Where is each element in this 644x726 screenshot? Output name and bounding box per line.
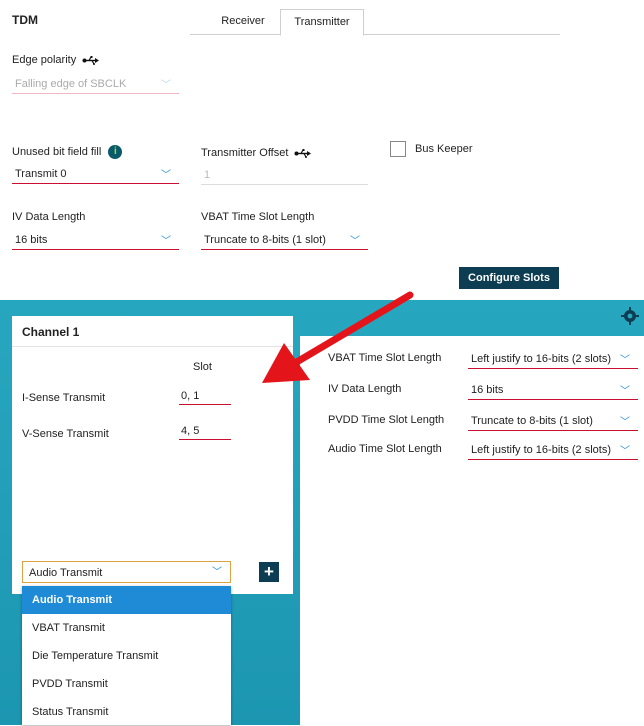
pvdd-row-label: PVDD Time Slot Length — [328, 414, 445, 426]
i-sense-label: I-Sense Transmit — [22, 392, 106, 404]
pvdd-row-dropdown[interactable]: Truncate to 8-bits (1 slot) ﹀ — [468, 411, 638, 431]
menu-item-pvdd[interactable]: PVDD Transmit — [22, 670, 231, 698]
v-sense-slot-input[interactable]: 4, 5 — [179, 422, 231, 440]
chevron-down-icon: ﹀ — [620, 355, 630, 366]
bus-keeper-checkbox[interactable] — [390, 141, 406, 157]
v-sense-label: V-Sense Transmit — [22, 428, 109, 440]
transmitter-offset-label: Transmitter Offset — [201, 147, 289, 159]
menu-item-status[interactable]: Status Transmit — [22, 698, 231, 726]
vbat-slot-row-value: Left justify to 16-bits (2 slots) — [471, 353, 611, 365]
bus-keeper-label: Bus Keeper — [415, 143, 473, 155]
edge-polarity-label-group: Edge polarity — [12, 54, 100, 66]
page-title: TDM — [12, 13, 38, 27]
chevron-down-icon: ﹀ — [620, 386, 630, 397]
chevron-down-icon: ﹀ — [161, 236, 171, 247]
transmitter-offset-label-group: Transmitter Offset — [201, 147, 312, 159]
iv-data-length-label: IV Data Length — [12, 211, 86, 223]
iv-row-value: 16 bits — [471, 384, 504, 396]
configure-slots-button[interactable]: Configure Slots — [459, 267, 559, 289]
unused-bit-value: Transmit 0 — [15, 168, 67, 180]
vbat-slot-row-dropdown[interactable]: Left justify to 16-bits (2 slots) ﹀ — [468, 349, 638, 369]
add-button[interactable]: + — [259, 562, 279, 582]
unused-bit-dropdown[interactable]: Transmit 0 ﹀ — [12, 164, 179, 184]
unused-bit-label-group: Unused bit field fill i — [12, 145, 123, 159]
usb-icon — [82, 55, 100, 65]
annotation-arrow — [262, 291, 414, 383]
tabs-divider — [190, 34, 560, 35]
iv-row-dropdown[interactable]: 16 bits ﹀ — [468, 380, 638, 400]
vbat-slot-length-label: VBAT Time Slot Length — [201, 211, 315, 223]
usb-icon — [294, 148, 312, 158]
tab-receiver[interactable]: Receiver — [208, 9, 278, 34]
chevron-down-icon: ﹀ — [620, 446, 630, 457]
audio-row-label: Audio Time Slot Length — [328, 443, 442, 455]
chevron-down-icon: ﹀ — [620, 417, 630, 428]
info-icon[interactable]: i — [108, 145, 123, 159]
chevron-down-icon: ﹀ — [350, 236, 360, 247]
unused-bit-label: Unused bit field fill — [12, 145, 102, 158]
menu-item-die-temperature[interactable]: Die Temperature Transmit — [22, 642, 231, 670]
menu-item-audio[interactable]: Audio Transmit — [22, 586, 231, 614]
iv-data-length-value: 16 bits — [15, 234, 48, 246]
channel-title: Channel 1 — [22, 325, 80, 339]
add-transmit-select[interactable]: Audio Transmit ﹀ — [22, 561, 231, 583]
menu-item-vbat[interactable]: VBAT Transmit — [22, 614, 231, 642]
audio-row-dropdown[interactable]: Left justify to 16-bits (2 slots) ﹀ — [468, 440, 638, 460]
dialog-whitespace — [300, 460, 644, 725]
transmitter-offset-input[interactable]: 1 — [201, 165, 368, 185]
edge-polarity-label: Edge polarity — [12, 54, 77, 66]
chevron-down-icon: ﹀ — [161, 80, 171, 91]
iv-data-length-dropdown[interactable]: 16 bits ﹀ — [12, 230, 179, 250]
tab-transmitter[interactable]: Transmitter — [280, 9, 364, 36]
gear-icon[interactable] — [621, 307, 639, 325]
vbat-slot-length-dropdown[interactable]: Truncate to 8-bits (1 slot) ﹀ — [201, 230, 368, 250]
i-sense-slot-input[interactable]: 0, 1 — [179, 387, 231, 405]
chevron-down-icon: ﹀ — [212, 567, 222, 578]
edge-polarity-dropdown[interactable]: Falling edge of SBCLK ﹀ — [12, 74, 179, 94]
chevron-down-icon: ﹀ — [161, 170, 171, 181]
pvdd-row-value: Truncate to 8-bits (1 slot) — [471, 415, 593, 427]
audio-row-value: Left justify to 16-bits (2 slots) — [471, 444, 611, 456]
edge-polarity-value: Falling edge of SBCLK — [15, 78, 127, 90]
vbat-slot-length-value: Truncate to 8-bits (1 slot) — [204, 234, 326, 246]
transmit-options-menu: Audio Transmit VBAT Transmit Die Tempera… — [22, 586, 231, 725]
add-transmit-value: Audio Transmit — [29, 567, 103, 579]
slot-header: Slot — [193, 361, 212, 373]
